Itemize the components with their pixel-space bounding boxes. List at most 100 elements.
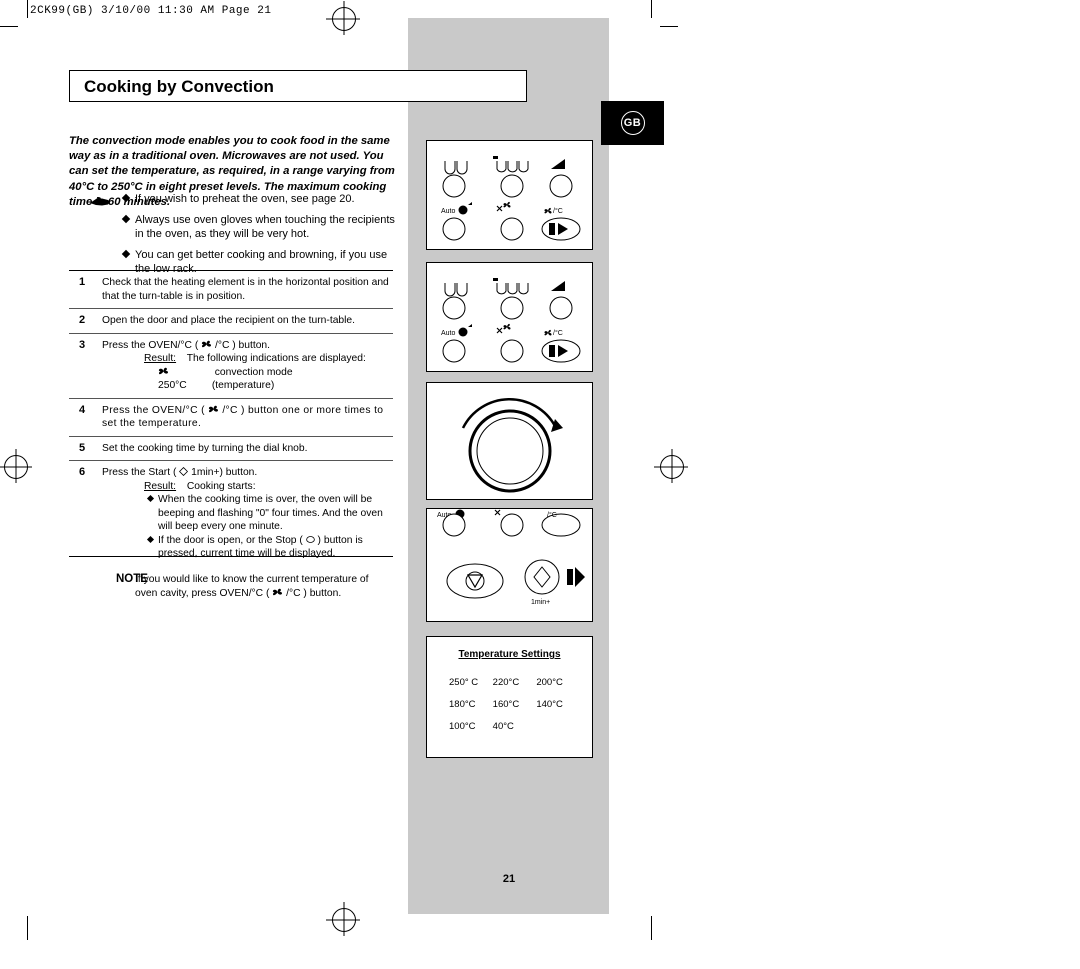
diamond-bullet-icon bbox=[121, 193, 131, 203]
result-text: Cooking starts: bbox=[186, 480, 256, 492]
svg-text:/°C: /°C bbox=[553, 207, 563, 215]
registration-mark-top bbox=[332, 7, 356, 31]
locale-badge-label: GB bbox=[620, 111, 645, 135]
note-block: NOTE If you would like to know the curre… bbox=[69, 565, 393, 608]
start-button-label: 1min+ bbox=[191, 467, 220, 479]
crop-mark-top-right-horizontal bbox=[660, 26, 678, 27]
svg-text:/°C: /°C bbox=[553, 329, 563, 337]
micro-symbol bbox=[444, 161, 456, 175]
print-slug: 2CK99(GB) 3/10/00 11:30 AM Page 21 bbox=[30, 5, 272, 17]
stop-icon bbox=[305, 535, 315, 543]
result-text: The following indications are displayed: bbox=[186, 353, 366, 365]
page-title: Cooking by Convection bbox=[84, 77, 274, 96]
temperature-cell bbox=[536, 721, 580, 732]
bullet-list: If you wish to preheat the oven, see pag… bbox=[89, 192, 401, 283]
page-number-block: 21 bbox=[489, 859, 529, 885]
registration-mark-bottom bbox=[332, 908, 356, 932]
procedure-steps: 1 Check that the heating element is in t… bbox=[69, 270, 393, 609]
sub-item-value: 250°C bbox=[158, 380, 187, 392]
locale-badge: GB bbox=[601, 101, 664, 145]
step-3: 3 Press the OVEN/°C ( /°C ) button. Resu… bbox=[69, 334, 393, 398]
page-number-triangle-icon bbox=[497, 859, 521, 871]
illustration-panel-buttons-top: Auto /°C bbox=[426, 140, 593, 250]
temperature-cell: 200°C bbox=[536, 677, 563, 688]
step-number: 4 bbox=[79, 403, 86, 416]
note-label: NOTE bbox=[116, 573, 148, 586]
list-item-label: If you wish to preheat the oven, see pag… bbox=[135, 193, 355, 205]
svg-text:Auto: Auto bbox=[441, 208, 456, 215]
list-item: If you wish to preheat the oven, see pag… bbox=[89, 192, 401, 207]
note-text: If you would like to know the current te… bbox=[135, 574, 369, 599]
diamond-bullet-icon bbox=[121, 249, 131, 258]
table-row: 250° C 220°C 200°C bbox=[441, 677, 580, 688]
list-item-label: Always use oven gloves when touching the… bbox=[135, 213, 395, 241]
table-row: 180°C 160°C 140°C bbox=[441, 699, 580, 710]
temperature-cell: 180°C bbox=[449, 699, 476, 710]
convection-fan-icon bbox=[201, 340, 212, 348]
illustration-panel-dial bbox=[426, 382, 593, 500]
start-stop-diagram: Auto /°C 1min+ bbox=[437, 509, 585, 606]
diamond-bullet-icon bbox=[121, 214, 131, 223]
page-number: 21 bbox=[502, 873, 516, 885]
control-panel-diagram-2: Auto /°C bbox=[441, 278, 581, 363]
registration-mark-right bbox=[660, 455, 684, 479]
illustration-panel-buttons-mid: Auto /°C bbox=[426, 262, 593, 372]
temperature-cell: 250° C bbox=[449, 677, 479, 688]
step-number: 6 bbox=[79, 466, 86, 479]
step-text: Press the OVEN/°C ( /°C ) button. bbox=[102, 339, 271, 351]
sub-item-text: convection mode bbox=[214, 366, 293, 378]
temperature-settings-grid: 250° C 220°C 200°C 180°C 160°C 140°C 100… bbox=[441, 677, 580, 743]
crop-mark-top-right-vertical bbox=[651, 0, 652, 18]
svg-text:1min+: 1min+ bbox=[531, 599, 550, 606]
convection-fan-icon bbox=[273, 588, 283, 596]
sub-item-text: (temperature) bbox=[211, 380, 275, 392]
step-1: 1 Check that the heating element is in t… bbox=[69, 271, 393, 308]
crop-mark-top-left-vertical bbox=[27, 0, 28, 18]
step-text: Check that the heating element is in the… bbox=[102, 277, 389, 302]
crop-mark-bottom-right-vertical bbox=[651, 916, 652, 940]
temperature-cell: 40°C bbox=[492, 721, 514, 732]
step-6-diamond-1: When the cooking time is over, the oven … bbox=[102, 493, 391, 533]
crop-mark-bottom-left-vertical bbox=[27, 916, 28, 940]
step-number: 2 bbox=[79, 314, 86, 327]
step-6: 6 Press the Start ( 1min+) button. Resul… bbox=[69, 461, 393, 565]
list-item: Always use oven gloves when touching the… bbox=[89, 213, 401, 242]
table-row: 100°C 40°C bbox=[441, 721, 580, 732]
step-number: 5 bbox=[79, 441, 86, 454]
convection-fan-icon bbox=[208, 405, 219, 412]
svg-text:Auto: Auto bbox=[441, 330, 456, 337]
page-title-box: Cooking by Convection bbox=[69, 70, 527, 102]
step-number: 1 bbox=[79, 276, 86, 288]
step-2: 2 Open the door and place the recipient … bbox=[69, 309, 393, 333]
convection-fan-icon bbox=[158, 367, 168, 375]
dial-knob-diagram bbox=[461, 398, 563, 493]
step-text: Set the cooking time by turning the dial… bbox=[102, 442, 308, 454]
control-panel-diagram: Auto /°C bbox=[441, 156, 581, 241]
diamond-text: When the cooking time is over, the oven … bbox=[158, 494, 383, 533]
temperature-settings-panel: Temperature Settings 250° C 220°C 200°C … bbox=[426, 636, 593, 758]
diamond-bullet-icon bbox=[146, 535, 155, 543]
registration-mark-left bbox=[4, 455, 28, 479]
step-text: Press the OVEN/°C ( /°C ) button one or … bbox=[102, 404, 384, 430]
step-3-sub-2: 250°C (temperature) bbox=[102, 379, 391, 392]
step-5: 5 Set the cooking time by turning the di… bbox=[69, 437, 393, 461]
crop-mark-top-left-horizontal bbox=[0, 26, 18, 27]
temperature-cell: 220°C bbox=[492, 677, 520, 688]
divider bbox=[69, 556, 393, 557]
step-6-result: Result: Cooking starts: bbox=[102, 480, 391, 493]
step-text: Press the Start ( 1min+) button. bbox=[102, 467, 258, 479]
temperature-cell: 140°C bbox=[536, 699, 563, 710]
result-label: Result: bbox=[144, 480, 177, 492]
diamond-bullet-icon bbox=[146, 495, 155, 503]
start-diamond-icon bbox=[179, 467, 189, 477]
temperature-cell: 160°C bbox=[492, 699, 520, 710]
illustration-panel-start-stop: Auto /°C 1min+ bbox=[426, 508, 593, 622]
result-label: Result: bbox=[144, 353, 177, 365]
temperature-cell: 100°C bbox=[449, 721, 476, 732]
step-3-sub-1: convection mode bbox=[102, 366, 391, 379]
step-3-result: Result: The following indications are di… bbox=[102, 352, 391, 365]
step-number: 3 bbox=[79, 338, 86, 351]
temperature-settings-title: Temperature Settings bbox=[458, 649, 561, 660]
step-text: Open the door and place the recipient on… bbox=[102, 315, 356, 327]
step-4: 4 Press the OVEN/°C ( /°C ) button one o… bbox=[69, 399, 393, 436]
